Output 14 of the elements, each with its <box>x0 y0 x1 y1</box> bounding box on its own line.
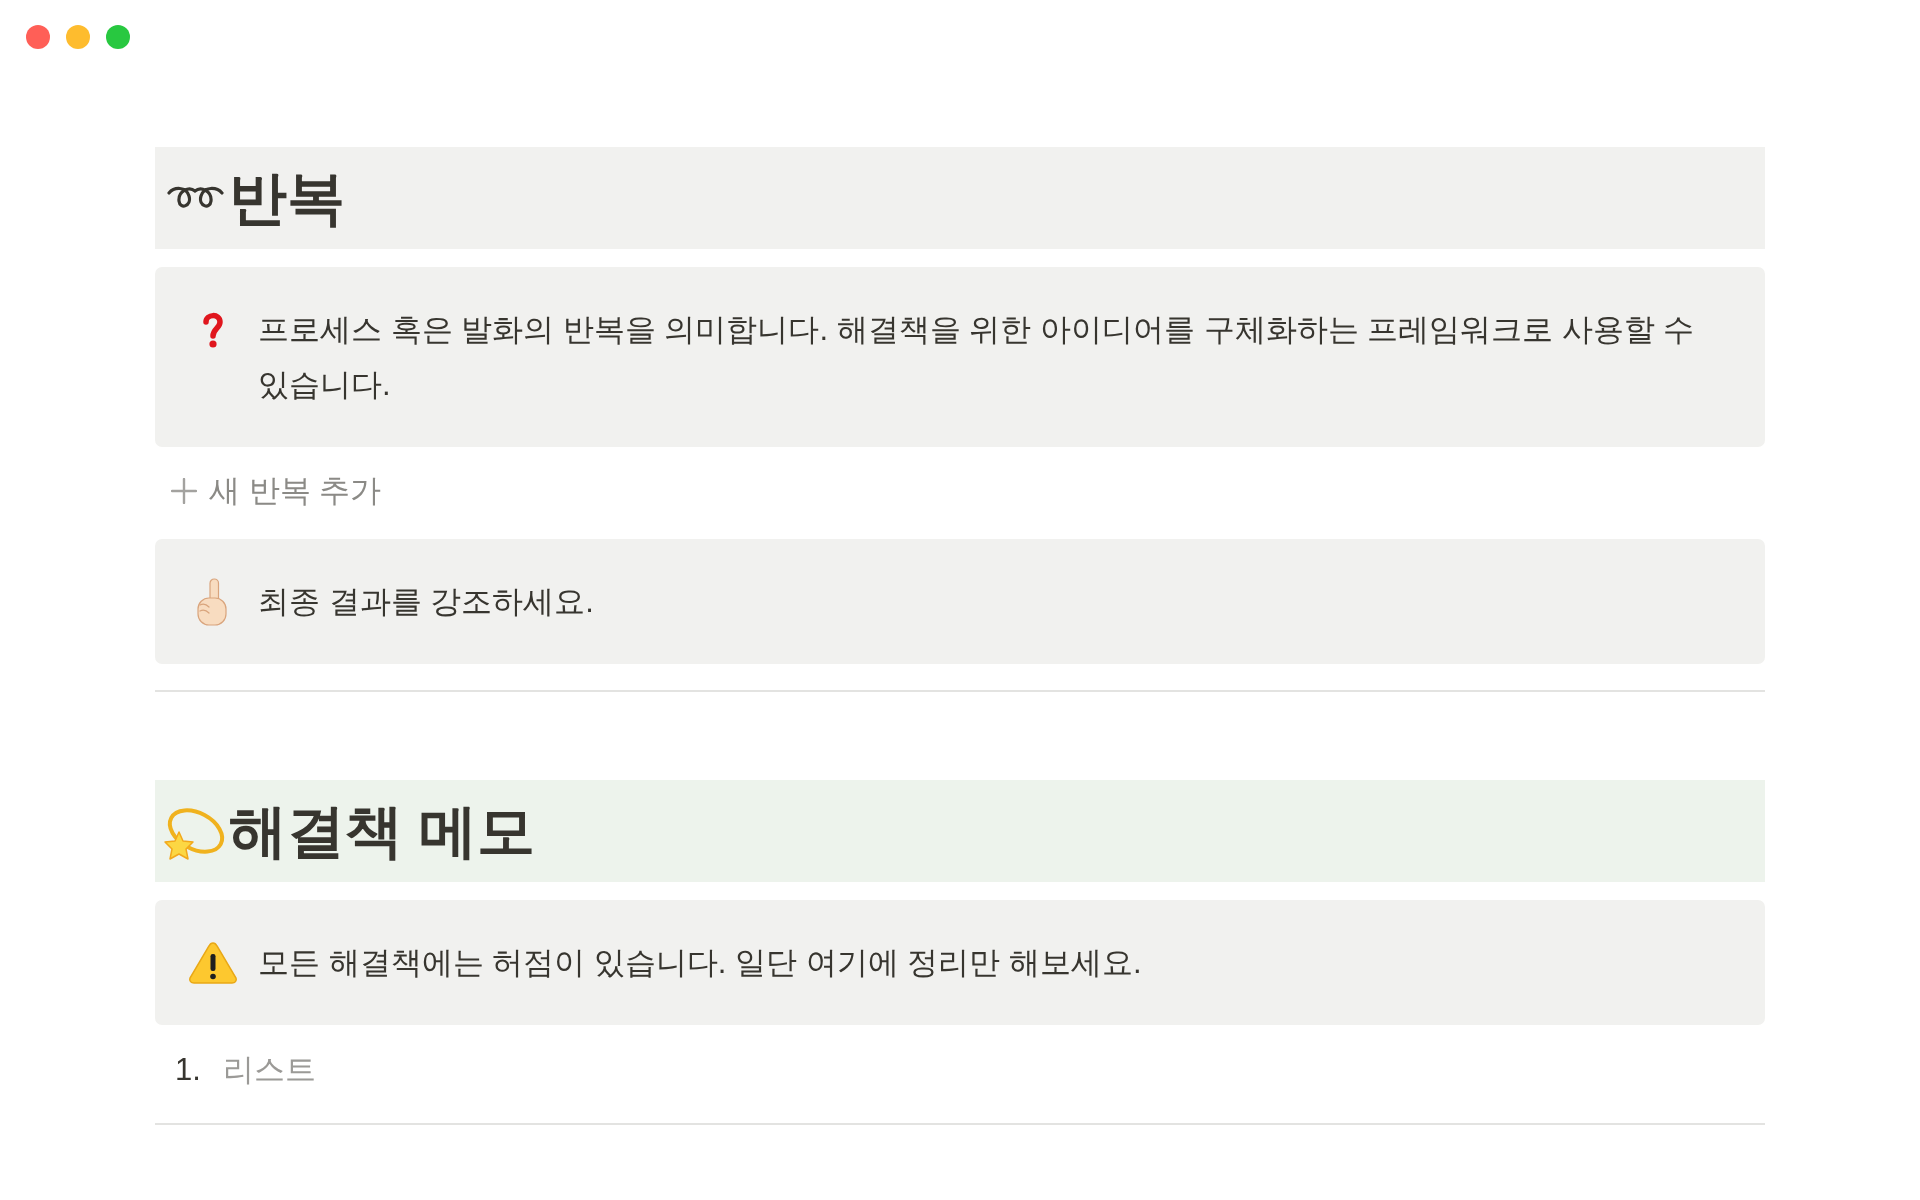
list-number: 1. <box>175 1051 202 1089</box>
question-mark-icon <box>201 311 225 348</box>
section-heading: 해결책 메모 <box>229 797 536 866</box>
callout-text: 최종 결과를 강조하세요. <box>258 583 595 621</box>
plus-icon <box>171 478 197 504</box>
warning-icon <box>188 940 238 985</box>
list-item-field[interactable]: 리스트 <box>223 1042 643 1097</box>
window-maximize-icon[interactable] <box>106 25 130 49</box>
window-minimize-icon[interactable] <box>66 25 90 49</box>
add-item-button[interactable]: 새 반복 추가 <box>159 465 394 517</box>
callout-text: 모든 해결책에는 허점이 있습니다. 일단 여기에 정리만 해보세요. <box>258 944 1143 982</box>
window-close-icon[interactable] <box>26 25 50 49</box>
section-heading: 반복 <box>229 164 345 233</box>
callout-text: 프로세스 혹은 발화의 반복을 의미합니다. 해결책을 위한 아이디어를 구체화하는 프레임워크로 사용할 수 있습니다. <box>258 311 1696 404</box>
